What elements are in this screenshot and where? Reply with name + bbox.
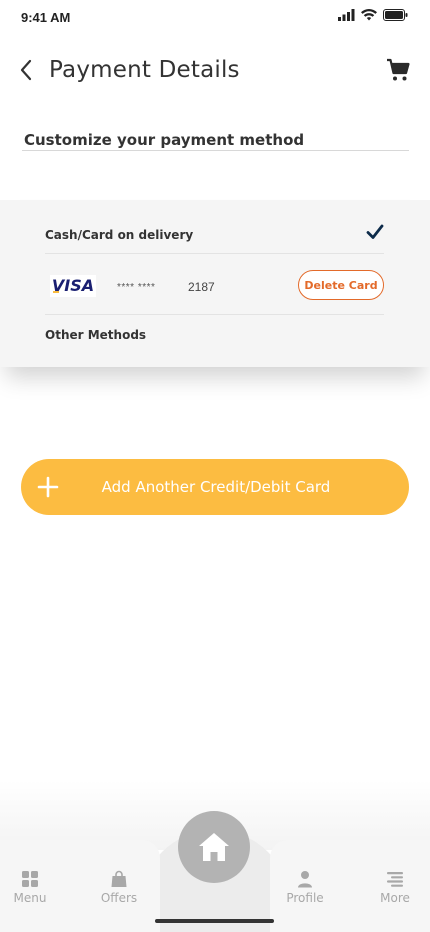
method-label: Cash/Card on delivery <box>45 228 194 242</box>
nav-item-menu[interactable]: Menu <box>0 870 60 910</box>
status-icons <box>338 9 408 21</box>
section-divider <box>22 150 409 151</box>
nav-item-profile[interactable]: Profile <box>275 870 335 910</box>
grid-icon <box>22 871 38 887</box>
delete-card-button[interactable]: Delete Card <box>298 270 384 300</box>
method-cash-on-delivery[interactable]: Cash/Card on delivery <box>45 216 384 254</box>
nav-label: Menu <box>13 891 47 905</box>
nav-label: More <box>380 891 410 905</box>
check-icon <box>366 224 384 239</box>
header: Payment Details <box>0 48 430 94</box>
method-label: Other Methods <box>45 328 147 342</box>
visa-logo: VISA <box>50 275 96 297</box>
add-card-button[interactable]: Add Another Credit/Debit Card <box>21 459 409 515</box>
visa-logo-icon: VISA <box>52 276 94 295</box>
chevron-left-icon <box>20 59 32 81</box>
add-card-label: Add Another Credit/Debit Card <box>101 478 331 496</box>
list-icon <box>387 872 403 887</box>
home-icon <box>199 833 229 861</box>
person-icon <box>298 871 312 888</box>
home-indicator <box>155 919 274 923</box>
bottom-nav: Menu Offers Profile More <box>0 811 430 932</box>
shopping-bag-icon <box>111 870 127 887</box>
back-button[interactable] <box>14 56 38 84</box>
payment-methods-panel: Cash/Card on delivery VISA **** **** 218… <box>0 200 430 367</box>
saved-card-row[interactable]: VISA **** **** 2187 Delete Card <box>45 254 384 315</box>
card-number-mask: **** **** <box>117 282 156 293</box>
cart-button[interactable] <box>386 58 410 82</box>
wifi-icon <box>361 9 377 21</box>
status-bar: 9:41 AM <box>0 0 430 36</box>
signal-icon <box>338 9 355 21</box>
section-title: Customize your payment method <box>24 131 305 149</box>
nav-item-more[interactable]: More <box>365 870 425 910</box>
battery-icon <box>383 9 408 21</box>
nav-label: Offers <box>100 891 138 905</box>
card-last-four: 2187 <box>188 280 215 294</box>
nav-item-offers[interactable]: Offers <box>89 870 149 910</box>
home-button[interactable] <box>178 811 250 883</box>
status-time: 9:41 AM <box>21 10 71 25</box>
nav-label: Profile <box>286 891 324 905</box>
cart-icon <box>387 58 410 81</box>
page-title: Payment Details <box>49 57 240 83</box>
method-other-methods[interactable]: Other Methods <box>45 315 384 355</box>
